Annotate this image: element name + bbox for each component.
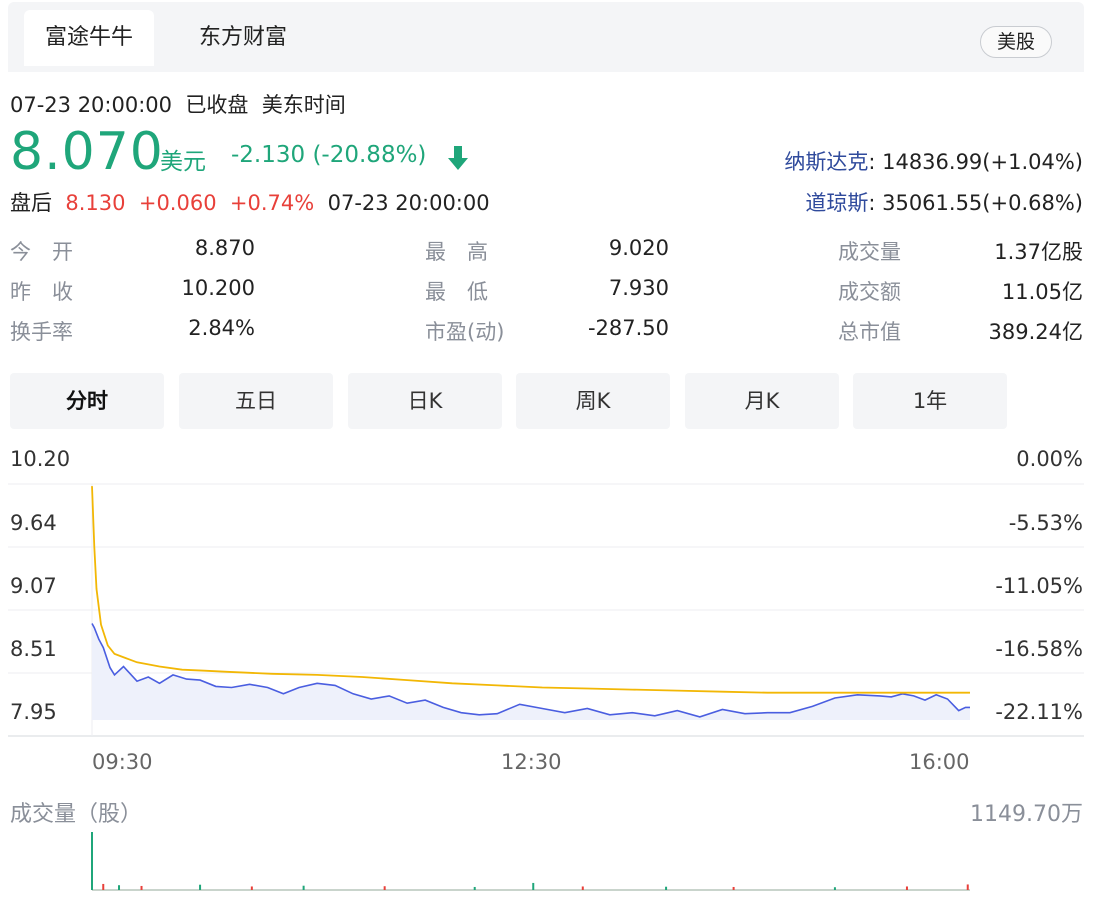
volume-bar — [833, 887, 836, 890]
tab-futu[interactable]: 富途牛牛 — [24, 10, 154, 66]
tab-one-year[interactable]: 1年 — [853, 373, 1007, 429]
volume-bar — [581, 886, 584, 890]
stat-low-label: 最 低 — [425, 280, 488, 304]
tab-monthly-k[interactable]: 月K — [685, 373, 839, 429]
tab-five-day[interactable]: 五日 — [179, 373, 333, 429]
stat-high-value: 9.020 — [608, 236, 669, 260]
volume-bar — [473, 886, 476, 890]
market-badge[interactable]: 美股 — [980, 26, 1052, 58]
stat-turnover-label: 换手率 — [10, 320, 73, 344]
volume-bar — [905, 886, 908, 890]
stat-amount-label: 成交额 — [838, 280, 901, 304]
stat-amount-value: 11.05亿 — [1001, 280, 1083, 304]
index-value: : 35061.55(+0.68%) — [868, 191, 1083, 215]
volume-bar — [966, 884, 969, 890]
tab-weekly-k[interactable]: 周K — [516, 373, 670, 429]
volume-bar — [199, 884, 202, 890]
stat-volume-label: 成交量 — [838, 240, 901, 264]
timezone-label: 美东时间 — [261, 93, 346, 117]
stat-volume-value: 1.37亿股 — [994, 240, 1083, 264]
quote-datetime: 07-23 20:00:00 — [10, 93, 173, 117]
index-name[interactable]: 纳斯达克 — [784, 150, 868, 174]
stat-open-label: 今 开 — [10, 240, 73, 264]
stat-prev-close-value: 10.200 — [181, 276, 255, 300]
volume-bar — [118, 885, 121, 890]
index-dow[interactable]: 道琼斯: 35061.55(+0.68%) — [805, 187, 1083, 217]
volume-bar — [665, 886, 668, 890]
volume-bar — [732, 886, 735, 890]
stat-market-cap-value: 389.24亿 — [988, 320, 1083, 344]
after-hours-label: 盘后 — [10, 191, 52, 215]
volume-bar — [140, 885, 143, 890]
chart-series — [91, 486, 970, 720]
after-hours-percent: +0.74% — [229, 191, 315, 215]
tab-intraday[interactable]: 分时 — [10, 373, 164, 429]
index-nasdaq[interactable]: 纳斯达克: 14836.99(+1.04%) — [784, 146, 1083, 176]
after-hours-price: 8.130 — [65, 191, 126, 215]
currency-label: 美元 — [160, 149, 206, 175]
index-value: : 14836.99(+1.04%) — [868, 150, 1083, 174]
stat-market-cap-label: 总市值 — [838, 320, 901, 344]
stat-turnover-value: 2.84% — [188, 316, 255, 340]
volume-bar — [250, 886, 253, 890]
index-name[interactable]: 道琼斯 — [805, 191, 868, 215]
stat-low-value: 7.930 — [608, 276, 669, 300]
stat-high-label: 最 高 — [425, 240, 488, 264]
quote-status: 07-23 20:00:00 已收盘 美东时间 — [10, 89, 346, 119]
after-hours-time: 07-23 20:00:00 — [327, 191, 490, 215]
source-tab-bar: 富途牛牛 东方财富 美股 — [8, 2, 1084, 72]
price-change: -2.130 (-20.88%) — [231, 142, 427, 168]
tab-daily-k[interactable]: 日K — [348, 373, 502, 429]
volume-bar — [302, 885, 305, 890]
market-state: 已收盘 — [185, 93, 249, 117]
after-hours-row: 盘后 8.130 +0.060 +0.74% 07-23 20:00:00 — [10, 187, 490, 217]
stat-open-value: 8.870 — [194, 236, 255, 260]
down-arrow-icon — [446, 144, 470, 176]
last-price: 8.070 — [10, 122, 164, 182]
volume-bar — [383, 886, 386, 890]
average-line — [91, 486, 970, 694]
volume-bar — [102, 883, 105, 890]
volume-bar — [91, 832, 93, 890]
intraday-chart[interactable] — [0, 440, 1095, 900]
tab-eastmoney[interactable]: 东方财富 — [168, 10, 318, 66]
after-hours-change: +0.060 — [138, 191, 217, 215]
stat-prev-close-label: 昨 收 — [10, 280, 73, 304]
volume-bar — [532, 882, 535, 890]
stat-pe-label: 市盈(动) — [425, 320, 505, 344]
stat-pe-value: -287.50 — [587, 316, 669, 340]
volume-bars — [91, 832, 970, 891]
